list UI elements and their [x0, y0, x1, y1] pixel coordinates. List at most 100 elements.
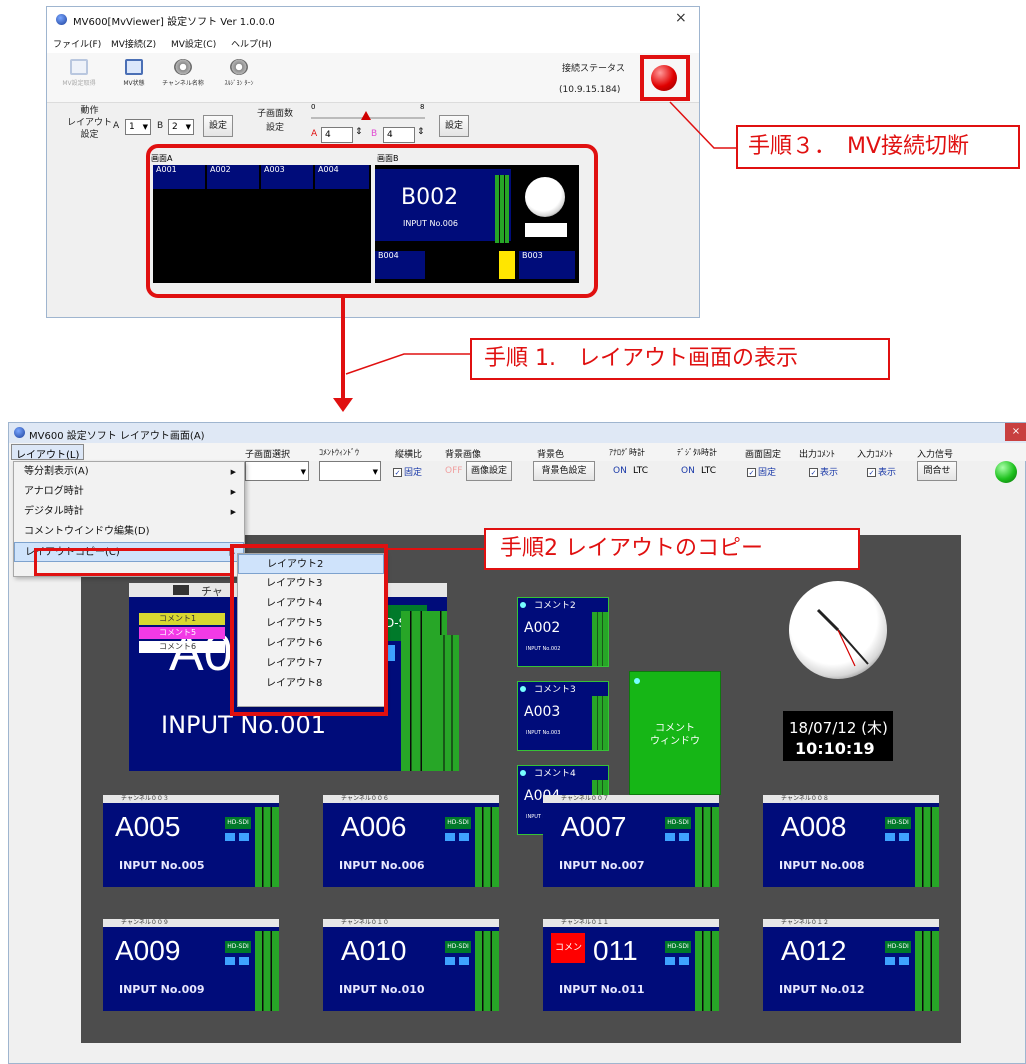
channel-name-button[interactable]: チャンネル名称 [161, 59, 205, 99]
menu-help[interactable]: ヘルプ(H) [231, 37, 272, 50]
bg-color-header: 背景色 [537, 450, 565, 460]
chevron-down-icon: ▼ [142, 123, 148, 131]
screen-lock-checkbox[interactable]: ✓ 固定 [747, 465, 776, 478]
chevron-down-icon: ▼ [300, 468, 306, 476]
connection-ip: (10.9.15.184) [559, 85, 621, 95]
audio-meter [695, 807, 719, 887]
query-button[interactable]: 問合せ [917, 461, 957, 481]
audio-meter [401, 611, 431, 771]
comment-overlay[interactable]: コメン [551, 933, 585, 963]
grid-tile[interactable]: チャンネル００６ A006 INPUT No.006 HD-SDI [323, 795, 499, 887]
audio-meter [475, 931, 499, 1011]
child-count-min: 0 [311, 103, 316, 111]
small-tile[interactable]: コメント2 A002 INPUT No.002 [517, 597, 609, 667]
child-a-spinner[interactable]: 4 [321, 127, 353, 143]
title-bar: MV600[MvViewer] 設定ソフト Ver 1.0.0.0 × [47, 7, 699, 33]
menu-bar: ファイル(F) MV接続(Z) MV設定(C) ヘルプ(H) [47, 33, 699, 53]
close-icon[interactable]: × [675, 10, 687, 26]
layout-b-select[interactable]: 2 ▼ [168, 119, 194, 135]
grid-tile[interactable]: チャンネル０１０ A010 INPUT No.010 HD-SDI [323, 919, 499, 1011]
status-highlight [640, 55, 690, 101]
chevron-right-icon: ▶ [230, 508, 236, 516]
menu-item-equal-split[interactable]: 等分割表示(A) ▶ [14, 462, 244, 482]
child-count-set-button[interactable]: 設定 [439, 115, 469, 137]
gear-icon [230, 59, 248, 75]
child-select-combo[interactable]: ▼ [245, 461, 309, 481]
analog-clock-ltc[interactable]: LTC [633, 466, 648, 476]
app-icon [14, 427, 25, 438]
small-tile[interactable]: コメント3 A003 INPUT No.003 [517, 681, 609, 751]
menu-mv-settings[interactable]: MV設定(C) [171, 37, 216, 50]
grid-tile[interactable]: チャンネル００９ A009 INPUT No.009 HD-SDI [103, 919, 279, 1011]
comment-dot [520, 770, 526, 776]
comment-tag[interactable]: コメント5 [139, 627, 225, 639]
menu-item-analog-clock[interactable]: アナログ時計 ▶ [14, 482, 244, 502]
audio-meter [592, 612, 608, 666]
callout-line [669, 101, 736, 149]
slider-thumb[interactable] [361, 111, 371, 120]
connection-status-lamp [995, 461, 1017, 483]
audio-meter [592, 696, 608, 750]
layout-a-label: A [113, 121, 120, 131]
comment-window[interactable]: コメント ウィンドウ [629, 671, 721, 795]
aspect-checkbox[interactable]: ✓ 固定 [393, 465, 422, 478]
window-title: MV600 設定ソフト レイアウト画面(A) [29, 431, 205, 442]
menu-item-comment-window[interactable]: コメントウインドウ編集(D) [14, 522, 244, 542]
spinner-icon[interactable]: ⇕ [355, 127, 363, 137]
menu-file[interactable]: ファイル(F) [53, 37, 101, 50]
app-icon [56, 14, 67, 25]
comment-window-header: ｺﾒﾝﾄｳｨﾝﾄﾞｳ [319, 448, 359, 457]
grid-tile[interactable]: チャンネル００８ A008 INPUT No.008 HD-SDI [763, 795, 939, 887]
preview-highlight [146, 144, 598, 298]
channel-label: チャ [201, 585, 223, 598]
rotation-button[interactable]: ｽﾙｼﾞﾖﾝ ﾀｰﾝ [219, 59, 259, 99]
layout-menu-button[interactable]: レイアウト(L) [11, 444, 85, 461]
clock-hands [816, 608, 869, 667]
get-settings-button[interactable]: MV設定取得 [59, 59, 99, 99]
grid-tile[interactable]: チャンネル０１２ A012 INPUT No.012 HD-SDI [763, 919, 939, 1011]
channel-icon [173, 585, 189, 595]
bg-image-off[interactable]: OFF [445, 466, 462, 476]
analog-clock[interactable] [789, 581, 887, 679]
grid-tile[interactable]: チャンネル０１１ 011 コメン INPUT No.011 HD-SDI [543, 919, 719, 1011]
menu-highlight [34, 548, 234, 576]
mv-status-button[interactable]: MV状態 [117, 59, 151, 99]
layout-window: MV600 設定ソフト レイアウト画面(A) × レイアウト(L) 子画面選択 … [8, 422, 1026, 1064]
analog-clock-header: ｱﾅﾛｸﾞ時計 [609, 448, 645, 457]
chevron-right-icon: ▶ [230, 468, 236, 476]
layout-settings-label: 動作 レイアウト 設定 [67, 106, 113, 140]
spinner-icon[interactable]: ⇕ [417, 127, 425, 137]
screen-lock-header: 画面固定 [745, 450, 782, 460]
aspect-header: 縦横比 [395, 450, 423, 460]
comment-tag[interactable]: コメント1 [139, 613, 225, 625]
digital-clock-header: ﾃﾞｼﾞﾀﾙ時計 [677, 448, 717, 457]
chevron-right-icon: ▶ [230, 488, 236, 496]
output-comment-checkbox[interactable]: ✓ 表示 [809, 465, 838, 478]
audio-meter [437, 635, 459, 771]
layout-canvas: チャ A0 コメント1 コメント5 コメント6 D-SDI G2 INPUT N… [81, 535, 961, 1043]
digital-clock-ltc[interactable]: LTC [701, 466, 716, 476]
connection-status-label: 接続ステータス [562, 64, 626, 74]
menu-item-digital-clock[interactable]: デジタル時計 ▶ [14, 502, 244, 522]
comment-label: コメント2 [518, 598, 608, 611]
child-b-spinner[interactable]: 4 [383, 127, 415, 143]
grid-tile[interactable]: チャンネル００３ A005 INPUT No.005 HD-SDI [103, 795, 279, 887]
bg-color-button[interactable]: 背景色設定 [533, 461, 595, 481]
comment-window-combo[interactable]: ▼ [319, 461, 381, 481]
callout-line [345, 353, 472, 375]
grid-tile[interactable]: チャンネル００７ A007 INPUT No.007 HD-SDI [543, 795, 719, 887]
input-comment-checkbox[interactable]: ✓ 表示 [867, 465, 896, 478]
digital-clock-on[interactable]: ON [681, 466, 695, 476]
title-bar: MV600 設定ソフト レイアウト画面(A) × [9, 423, 1026, 443]
menu-mv-connect[interactable]: MV接続(Z) [111, 37, 156, 50]
analog-clock-on[interactable]: ON [613, 466, 627, 476]
layout-a-select[interactable]: 1 ▼ [125, 119, 151, 135]
audio-meter [255, 807, 279, 887]
comment-dot [634, 678, 640, 684]
digital-clock[interactable]: 18/07/12 (木) 10:10:19 [783, 711, 893, 761]
image-settings-button[interactable]: 画像設定 [466, 461, 512, 481]
layout-set-button[interactable]: 設定 [203, 115, 233, 137]
close-button[interactable]: × [1005, 423, 1026, 441]
comment-tag[interactable]: コメント6 [139, 641, 225, 653]
child-a-label: A [311, 129, 318, 139]
